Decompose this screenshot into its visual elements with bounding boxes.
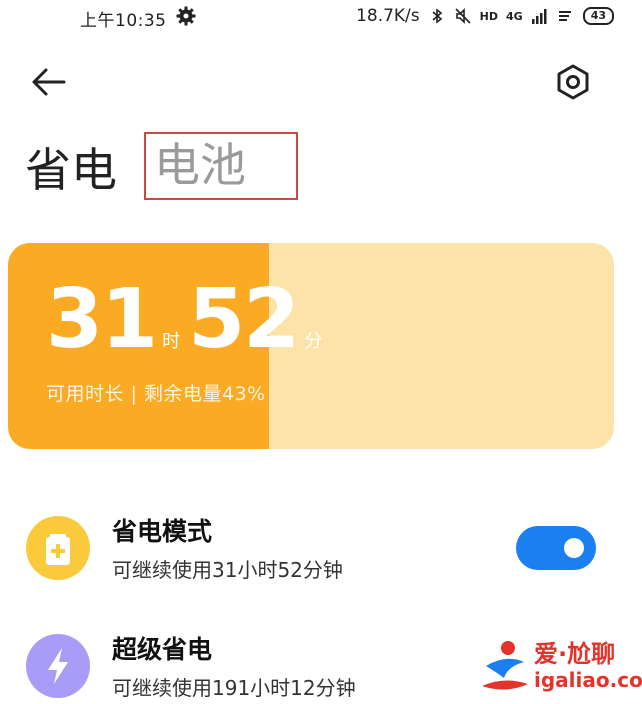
wifi-icon [558,11,571,21]
minutes-value: 52 [188,272,300,367]
ultra-power-saving-subtitle: 可继续使用191小时12分钟 [112,676,356,700]
battery-plus-icon [26,516,90,580]
power-saving-mode-title: 省电模式 [112,517,213,546]
bluetooth-icon [432,8,442,24]
watermark-url: igaliao.com [534,668,642,692]
hours-value: 31 [46,272,158,367]
battery-indicator: 43 [582,7,614,25]
status-indicators: 18.7K/s HD 4G 43 [356,6,614,26]
hours-unit: 时 [162,331,181,352]
tab-power-saving[interactable]: 省电 [25,134,117,200]
settings-gear-icon [176,6,196,26]
network-type: 4G [506,9,523,23]
settings-hexagon-icon[interactable] [553,62,593,102]
power-saving-mode-row[interactable]: 省电模式 可继续使用31小时52分钟 [0,506,642,596]
battery-caption: 可用时长 | 剩余电量43% [46,383,266,405]
minutes-unit: 分 [304,331,323,352]
hd-indicator: HD [479,9,498,23]
watermark: 爱·尬聊 igaliao.com [478,634,642,700]
power-saving-mode-toggle[interactable] [516,526,596,570]
power-saving-mode-subtitle: 可继续使用31小时52分钟 [112,558,343,582]
tab-battery[interactable]: 电池 [144,132,298,200]
mute-icon [455,8,471,24]
watermark-logo-icon [482,641,528,690]
battery-card: 31 时 52 分 可用时长 | 剩余电量43% [8,243,614,449]
watermark-title: 爱·尬聊 [534,640,616,668]
signal-icon [531,9,547,24]
toggle-knob [564,538,584,558]
status-bar: 上午10:35 18.7K/s HD 4G 43 [0,0,642,34]
lightning-icon [26,634,90,698]
status-time: 上午10:35 [80,11,167,31]
battery-time-remaining: 31 时 52 分 可用时长 | 剩余电量43% [46,279,330,406]
ultra-power-saving-title: 超级省电 [112,635,213,664]
back-arrow-icon[interactable] [28,62,68,102]
network-speed: 18.7K/s [356,6,420,26]
